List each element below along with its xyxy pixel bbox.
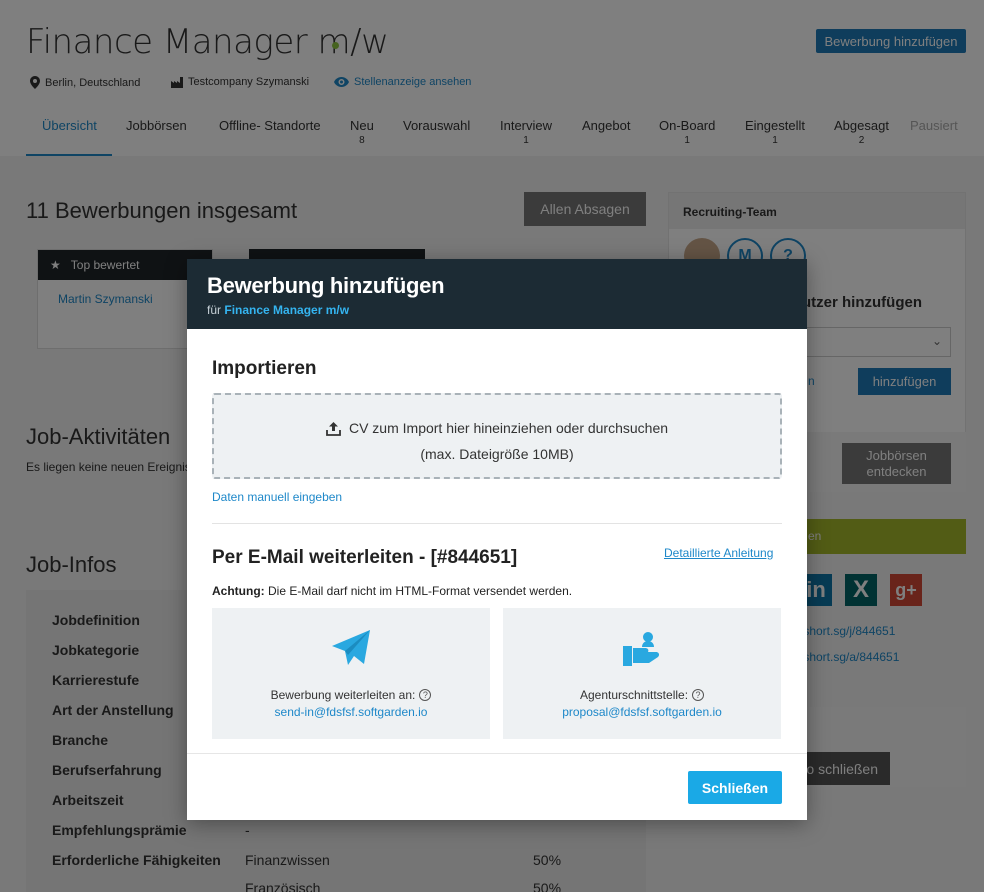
forward-card: Bewerbung weiterleiten an: ? send-in@fds… xyxy=(212,608,490,739)
warning-text: Die E-Mail darf nicht im HTML-Format ver… xyxy=(268,584,573,598)
dropzone-size-hint: (max. Dateigröße 10MB) xyxy=(420,445,574,462)
forward-label: Bewerbung weiterleiten an: xyxy=(270,688,416,702)
modal-title: Bewerbung hinzufügen xyxy=(207,273,445,298)
subtitle-prefix: für xyxy=(207,303,222,317)
email-forward-title: Per E-Mail weiterleiten - [#844651] xyxy=(212,547,518,568)
divider xyxy=(212,523,782,524)
manual-entry-link[interactable]: Daten manuell eingeben xyxy=(212,490,342,504)
modal-footer-divider xyxy=(187,753,807,754)
paper-plane-icon xyxy=(332,630,370,665)
proposal-email[interactable]: proposal@fdsfsf.softgarden.io xyxy=(503,705,781,719)
modal-subtitle: für Finance Manager m/w xyxy=(207,303,787,317)
detailed-guide-link[interactable]: Detaillierte Anleitung xyxy=(664,546,773,560)
help-icon[interactable]: ? xyxy=(692,689,705,701)
subtitle-job-link[interactable]: Finance Manager m/w xyxy=(224,303,349,317)
agency-hand-icon xyxy=(623,632,660,666)
upload-icon xyxy=(326,421,341,436)
close-button[interactable]: Schließen xyxy=(688,771,782,804)
html-warning: Achtung: Die E-Mail darf nicht im HTML-F… xyxy=(212,584,572,598)
dropzone-line1: CV zum Import hier hineinziehen oder dur… xyxy=(326,417,668,440)
cv-dropzone[interactable]: CV zum Import hier hineinziehen oder dur… xyxy=(212,393,782,479)
agency-label: Agenturschnittstelle: xyxy=(579,688,689,702)
modal-header: Bewerbung hinzufügen für Finance Manager… xyxy=(187,259,807,329)
help-icon[interactable]: ? xyxy=(419,689,432,701)
dropzone-text: CV zum Import hier hineinziehen oder dur… xyxy=(348,420,669,436)
import-title: Importieren xyxy=(212,358,317,379)
agency-card: Agenturschnittstelle: ? proposal@fdsfsf.… xyxy=(503,608,781,739)
add-application-modal: Bewerbung hinzufügen für Finance Manager… xyxy=(187,259,807,820)
warning-label: Achtung: xyxy=(212,584,265,598)
send-in-email[interactable]: send-in@fdsfsf.softgarden.io xyxy=(212,705,490,719)
